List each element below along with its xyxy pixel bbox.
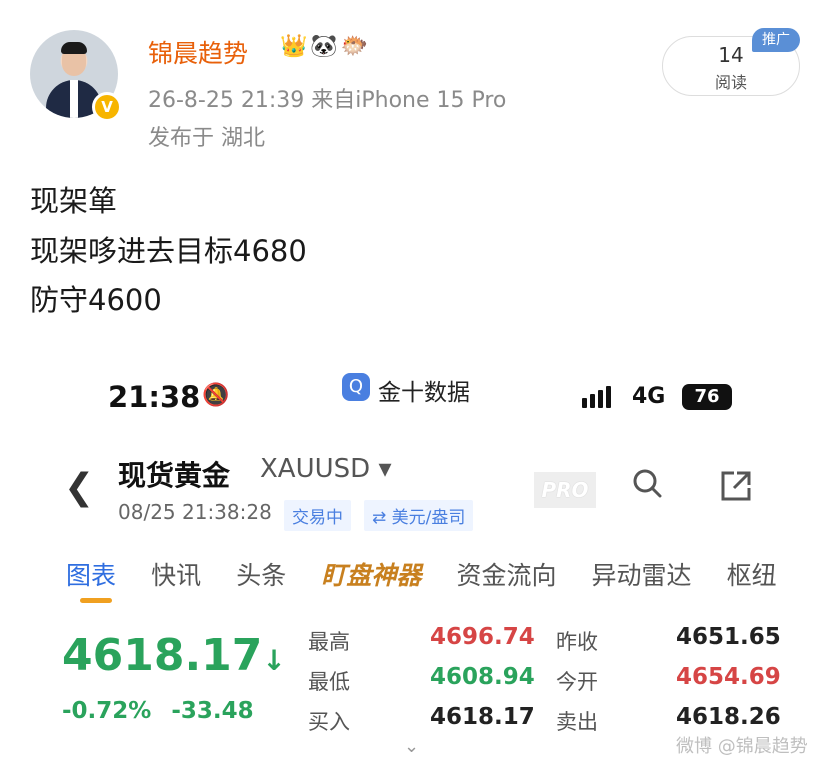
stat-label-ask: 卖出 xyxy=(556,710,598,734)
app-name: 金十数据 xyxy=(378,380,470,406)
tab-headlines[interactable]: 头条 xyxy=(236,556,286,592)
stat-label-prev-close: 昨收 xyxy=(556,630,598,654)
stat-value-open: 4654.69 xyxy=(676,664,781,690)
current-price: 4618.17↓ xyxy=(62,630,286,681)
search-icon[interactable] xyxy=(632,468,662,498)
tab-flash-news[interactable]: 快讯 xyxy=(151,556,201,592)
read-label: 阅读 xyxy=(714,73,747,92)
signal-icon xyxy=(582,386,614,408)
verified-badge-icon: V xyxy=(92,92,122,122)
stat-value-high: 4696.74 xyxy=(430,624,535,650)
muted-bell-icon: 🔕 xyxy=(202,383,230,408)
author-name[interactable]: 锦晨趋势 xyxy=(148,34,248,70)
tab-hub[interactable]: 枢纽 xyxy=(727,556,777,592)
stat-value-ask: 4618.26 xyxy=(676,704,781,730)
stat-label-low: 最低 xyxy=(308,670,350,694)
stat-value-prev-close: 4651.65 xyxy=(676,624,781,650)
share-icon[interactable] xyxy=(720,470,752,502)
stat-label-bid: 买入 xyxy=(308,710,350,734)
price-value: 4618.17 xyxy=(62,630,263,681)
tab-fund-flow[interactable]: 资金流向 xyxy=(456,556,556,592)
stat-value-bid: 4618.17 xyxy=(430,704,535,730)
tab-anomaly-radar[interactable]: 异动雷达 xyxy=(592,556,692,592)
down-arrow-icon: ↓ xyxy=(262,644,286,677)
price-change: -0.72% -33.48 xyxy=(62,698,254,724)
symbol-dropdown[interactable]: XAUUSD ▾ xyxy=(260,454,392,484)
post-line-1: 现架箪 xyxy=(30,184,118,218)
currency-unit-chip[interactable]: ⇄ 美元/盎司 xyxy=(364,500,474,531)
quote-datetime: 08/25 21:38:28 xyxy=(118,500,272,524)
network-type: 4G xyxy=(632,384,666,409)
trading-status-chip: 交易中 xyxy=(284,500,351,531)
post-meta: 26-8-25 21:39 来自iPhone 15 Pro xyxy=(148,88,507,113)
tab-watch-tool[interactable]: 盯盘神器 xyxy=(321,556,421,592)
watermark: 微博 @锦晨趋势 xyxy=(676,736,808,757)
tab-bar: 图表 快讯 头条 盯盘神器 资金流向 异动雷达 枢纽 xyxy=(66,556,807,592)
author-badges: 👑🐼🐡 xyxy=(280,34,372,59)
post-location: 发布于 湖北 xyxy=(148,126,265,151)
promo-badge[interactable]: 推广 xyxy=(752,28,800,52)
chevron-down-icon[interactable]: ⌄ xyxy=(404,736,419,757)
active-tab-indicator xyxy=(80,598,112,603)
status-time: 21:38 xyxy=(108,380,201,414)
change-absolute: -33.48 xyxy=(171,698,254,724)
stat-label-high: 最高 xyxy=(308,630,350,654)
stat-label-open: 今开 xyxy=(556,670,598,694)
battery-icon: 76 xyxy=(682,384,732,410)
instrument-title: 现货黄金 xyxy=(118,459,231,492)
post-line-2: 现架哆进去目标4680 xyxy=(30,234,307,268)
stat-value-low: 4608.94 xyxy=(430,664,535,690)
pro-button[interactable]: PRO xyxy=(534,472,596,508)
change-percent: -0.72% xyxy=(62,698,152,724)
back-icon[interactable]: ❮ xyxy=(64,468,94,508)
tab-chart[interactable]: 图表 xyxy=(66,556,116,592)
post-line-3: 防守4600 xyxy=(30,283,162,317)
app-logo-icon: Q xyxy=(342,373,370,401)
